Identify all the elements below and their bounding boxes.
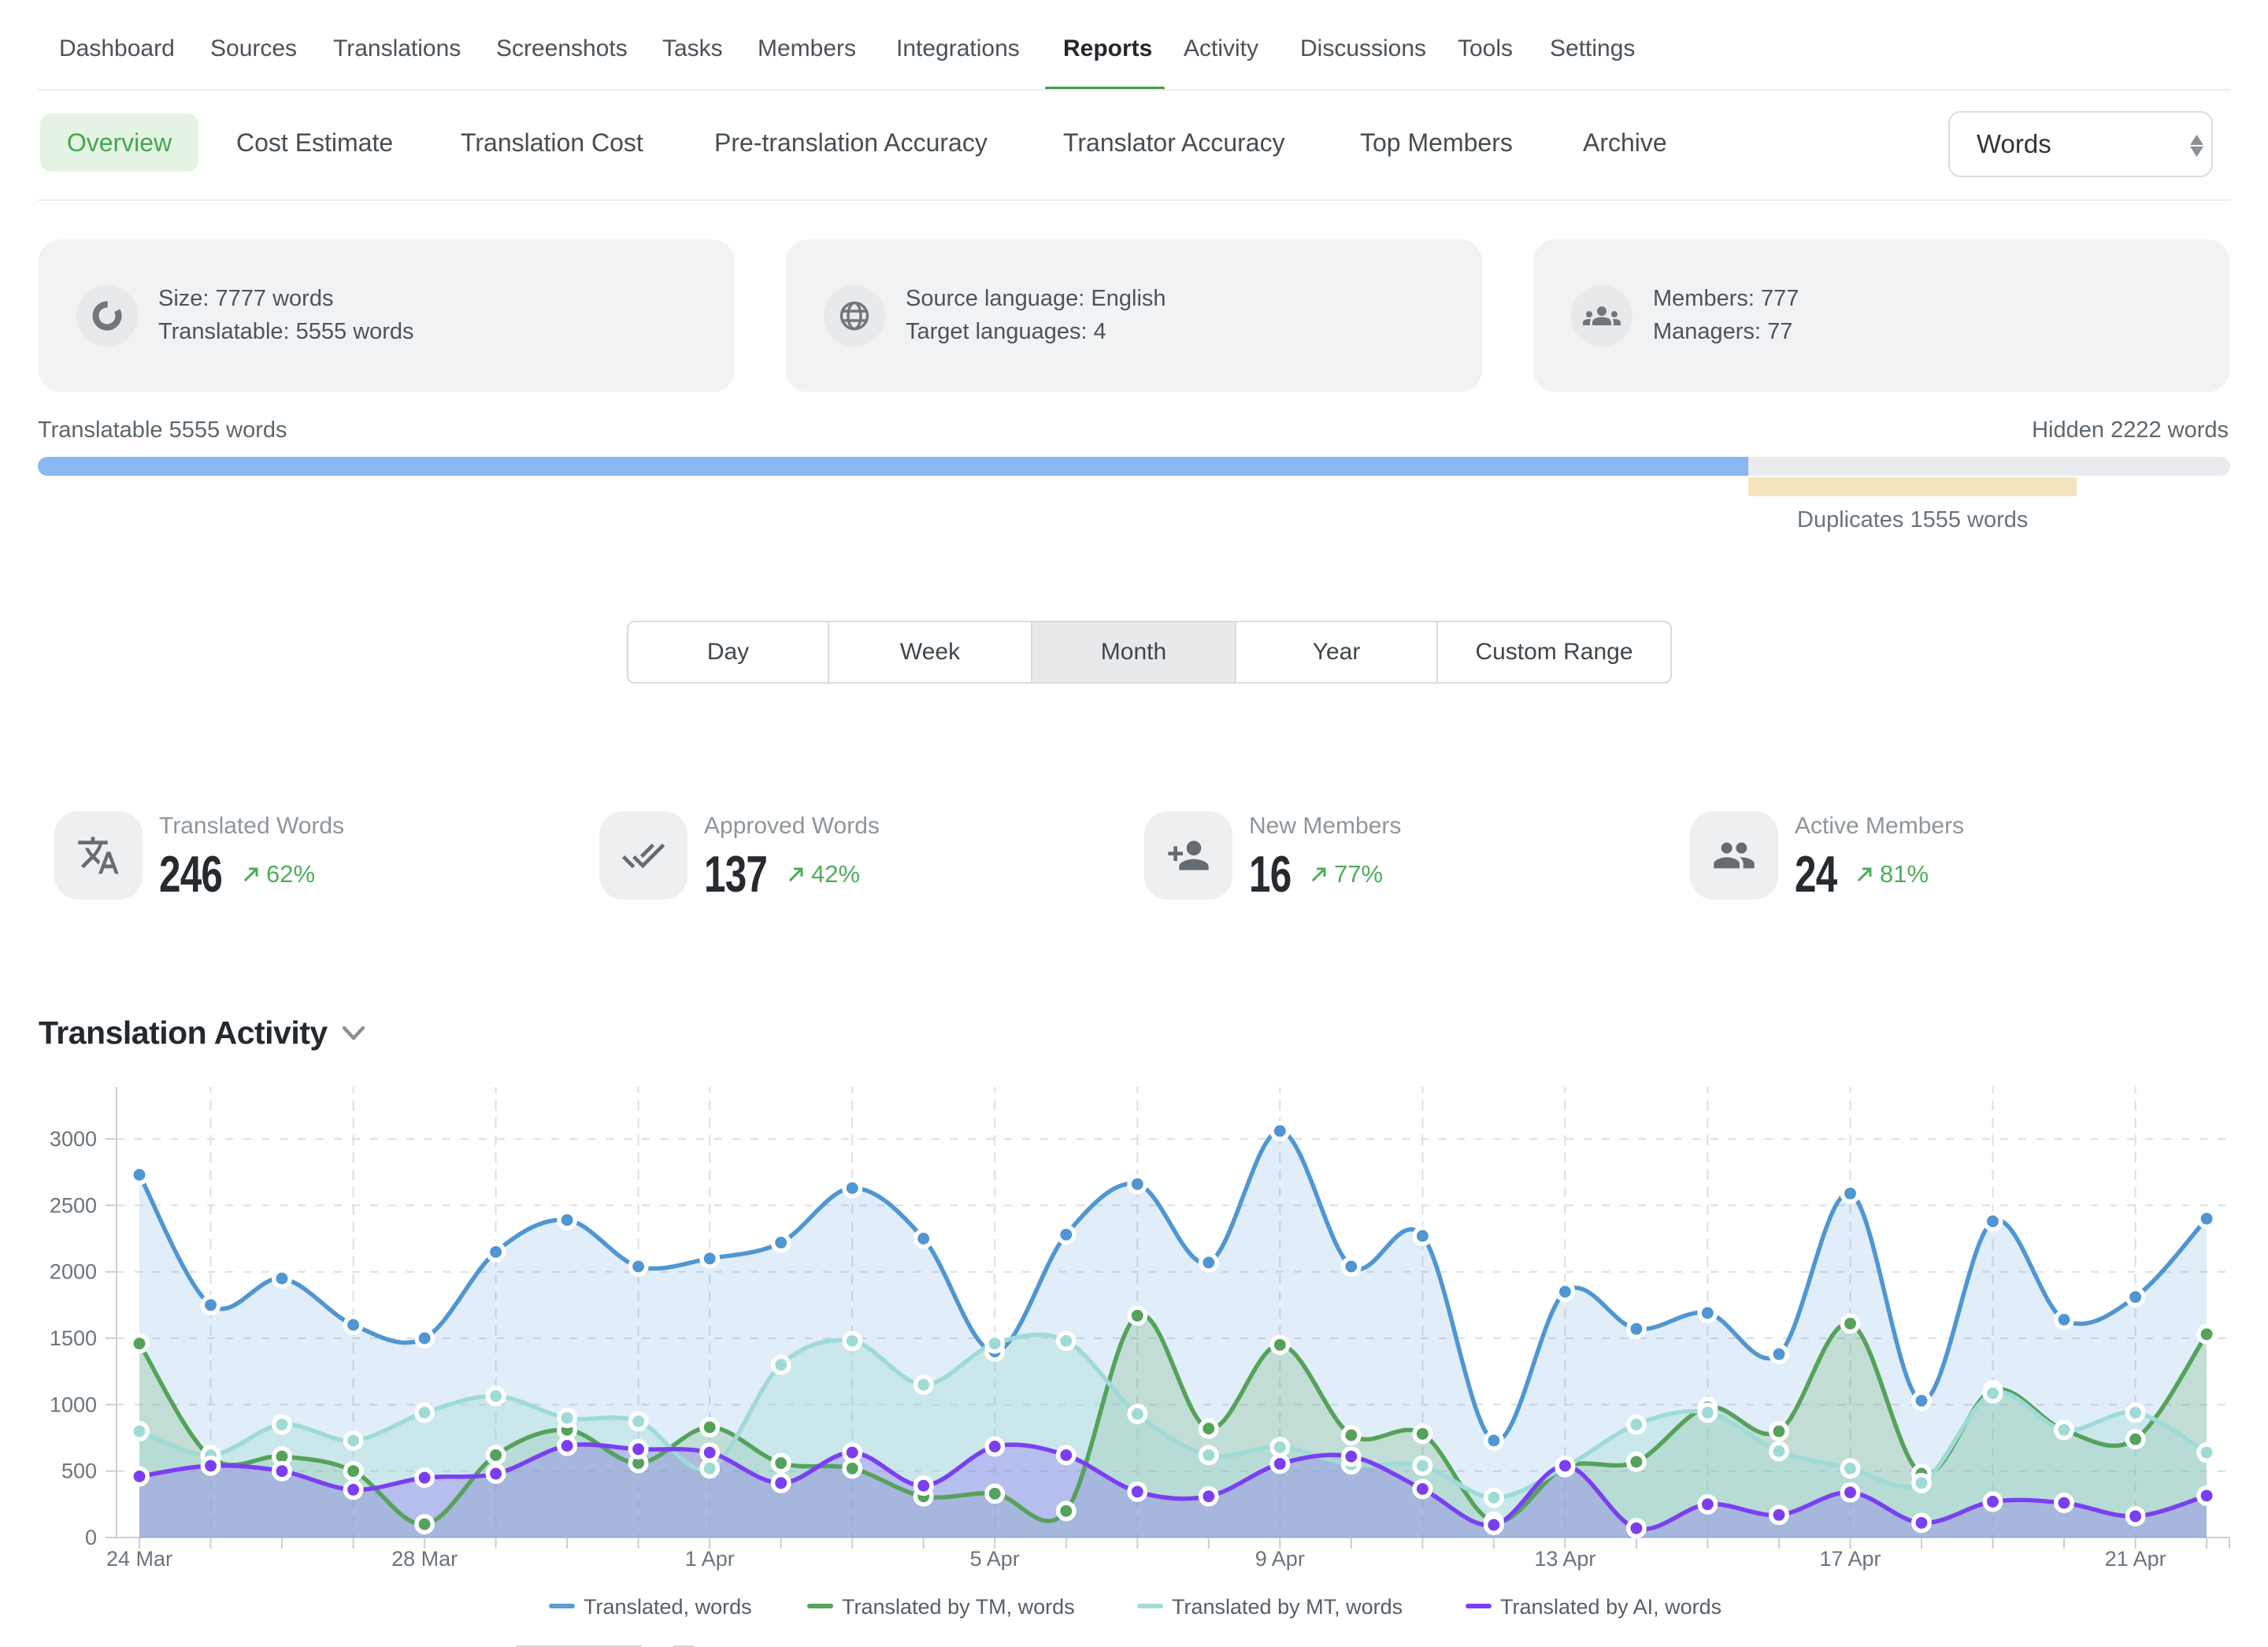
svg-text:1 Apr: 1 Apr <box>685 1547 735 1571</box>
svg-text:0: 0 <box>85 1526 97 1549</box>
svg-text:5 Apr: 5 Apr <box>970 1547 1020 1571</box>
svg-text:500: 500 <box>61 1460 97 1483</box>
svg-text:1500: 1500 <box>50 1326 97 1350</box>
svg-text:3000: 3000 <box>50 1127 97 1151</box>
svg-text:Translated, words: Translated, words <box>584 1595 752 1619</box>
svg-text:9 Apr: 9 Apr <box>1255 1547 1305 1571</box>
svg-text:1000: 1000 <box>50 1393 97 1416</box>
svg-text:Translated by TM, words: Translated by TM, words <box>842 1595 1075 1619</box>
svg-text:Translated by AI, words: Translated by AI, words <box>1500 1595 1721 1619</box>
svg-text:Translated by MT, words: Translated by MT, words <box>1172 1595 1403 1619</box>
svg-text:2500: 2500 <box>50 1193 97 1217</box>
svg-text:17 Apr: 17 Apr <box>1819 1547 1881 1571</box>
svg-text:21 Apr: 21 Apr <box>2105 1547 2166 1571</box>
svg-text:2000: 2000 <box>50 1260 97 1284</box>
svg-text:24 Mar: 24 Mar <box>106 1547 172 1571</box>
svg-text:28 Mar: 28 Mar <box>391 1547 458 1571</box>
svg-text:13 Apr: 13 Apr <box>1534 1547 1595 1571</box>
